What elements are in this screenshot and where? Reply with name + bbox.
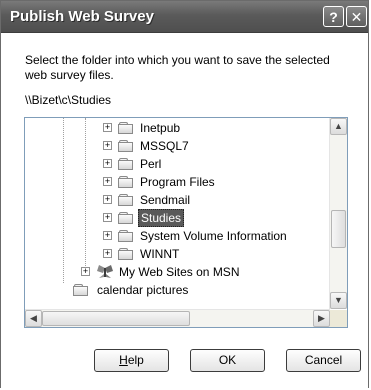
scroll-up-button[interactable]: ▲	[330, 118, 347, 135]
vertical-scroll-thumb[interactable]	[331, 210, 346, 248]
scroll-down-button[interactable]: ▼	[330, 292, 347, 309]
expand-icon[interactable]: +	[103, 249, 112, 258]
current-path: \\Bizet\c\Studies	[25, 93, 112, 107]
tree-item-studies[interactable]: + Studies	[25, 209, 325, 227]
expand-icon[interactable]: +	[81, 267, 90, 276]
horizontal-scrollbar[interactable]: ◀ ▶	[25, 309, 330, 327]
tree-item-label: My Web Sites on MSN	[119, 265, 240, 279]
publish-web-survey-dialog: Publish Web Survey ? ✕ Select the folder…	[0, 0, 369, 389]
vertical-scrollbar[interactable]: ▲ ▼	[329, 118, 347, 309]
expand-icon[interactable]: +	[103, 195, 112, 204]
close-button[interactable]: ✕	[346, 6, 367, 27]
folder-icon	[73, 284, 89, 296]
dialog-content: Select the folder into which you want to…	[1, 33, 368, 389]
tree-item-label: Program Files	[140, 175, 215, 189]
folder-icon	[118, 122, 134, 134]
folder-icon	[118, 176, 134, 188]
folder-icon	[118, 158, 134, 170]
tree-item-label: calendar pictures	[97, 283, 189, 297]
folder-icon	[118, 248, 134, 260]
tree-item-mssql7[interactable]: + MSSQL7	[25, 137, 325, 155]
folder-icon	[118, 212, 134, 224]
ok-button[interactable]: OK	[190, 349, 265, 372]
scroll-left-button[interactable]: ◀	[25, 310, 42, 327]
expand-icon[interactable]: +	[103, 123, 112, 132]
folder-icon	[118, 230, 134, 242]
help-label: elp	[127, 353, 144, 367]
window-title: Publish Web Survey	[10, 8, 154, 25]
tree-item-sendmail[interactable]: + Sendmail	[25, 191, 325, 209]
expand-icon[interactable]: +	[103, 213, 112, 222]
tree-item-label-selected: Studies	[138, 209, 185, 227]
horizontal-scroll-thumb[interactable]	[42, 311, 190, 326]
tree-item-program-files[interactable]: + Program Files	[25, 173, 325, 191]
tree-item-label: Perl	[140, 157, 162, 171]
folder-icon	[118, 194, 134, 206]
tree-item-inetpub[interactable]: + Inetpub	[25, 119, 325, 137]
help-title-button[interactable]: ?	[323, 6, 344, 27]
tree-item-perl[interactable]: + Perl	[25, 155, 325, 173]
instruction-text: Select the folder into which you want to…	[25, 53, 330, 82]
help-mnemonic: H	[119, 353, 128, 367]
tree-item-label: Sendmail	[140, 193, 191, 207]
title-bar[interactable]: Publish Web Survey ? ✕	[1, 1, 368, 33]
scroll-right-button[interactable]: ▶	[313, 310, 330, 327]
expand-icon[interactable]: +	[103, 177, 112, 186]
folder-tree[interactable]: + Inetpub + MSSQL7 + Perl + Program File…	[24, 117, 348, 328]
expand-icon[interactable]: +	[103, 159, 112, 168]
help-button[interactable]: Help	[94, 349, 169, 372]
expand-icon[interactable]: +	[103, 231, 112, 240]
tree-item-label: System Volume Information	[140, 229, 287, 243]
expand-icon[interactable]: +	[103, 141, 112, 150]
tree-item-label: WINNT	[140, 247, 180, 261]
tree-item-label: MSSQL7	[140, 139, 189, 153]
tree-item-winnt[interactable]: + WINNT	[25, 245, 325, 263]
msn-butterfly-icon	[97, 265, 113, 278]
cancel-button[interactable]: Cancel	[286, 349, 361, 372]
tree-item-my-web-sites-on-msn[interactable]: + My Web Sites on MSN	[25, 263, 325, 281]
tree-item-label: Inetpub	[140, 121, 181, 135]
tree-item-system-volume-information[interactable]: + System Volume Information	[25, 227, 325, 245]
folder-icon	[118, 140, 134, 152]
tree-item-calendar-pictures[interactable]: calendar pictures	[25, 281, 325, 299]
scrollbar-corner	[330, 310, 347, 327]
